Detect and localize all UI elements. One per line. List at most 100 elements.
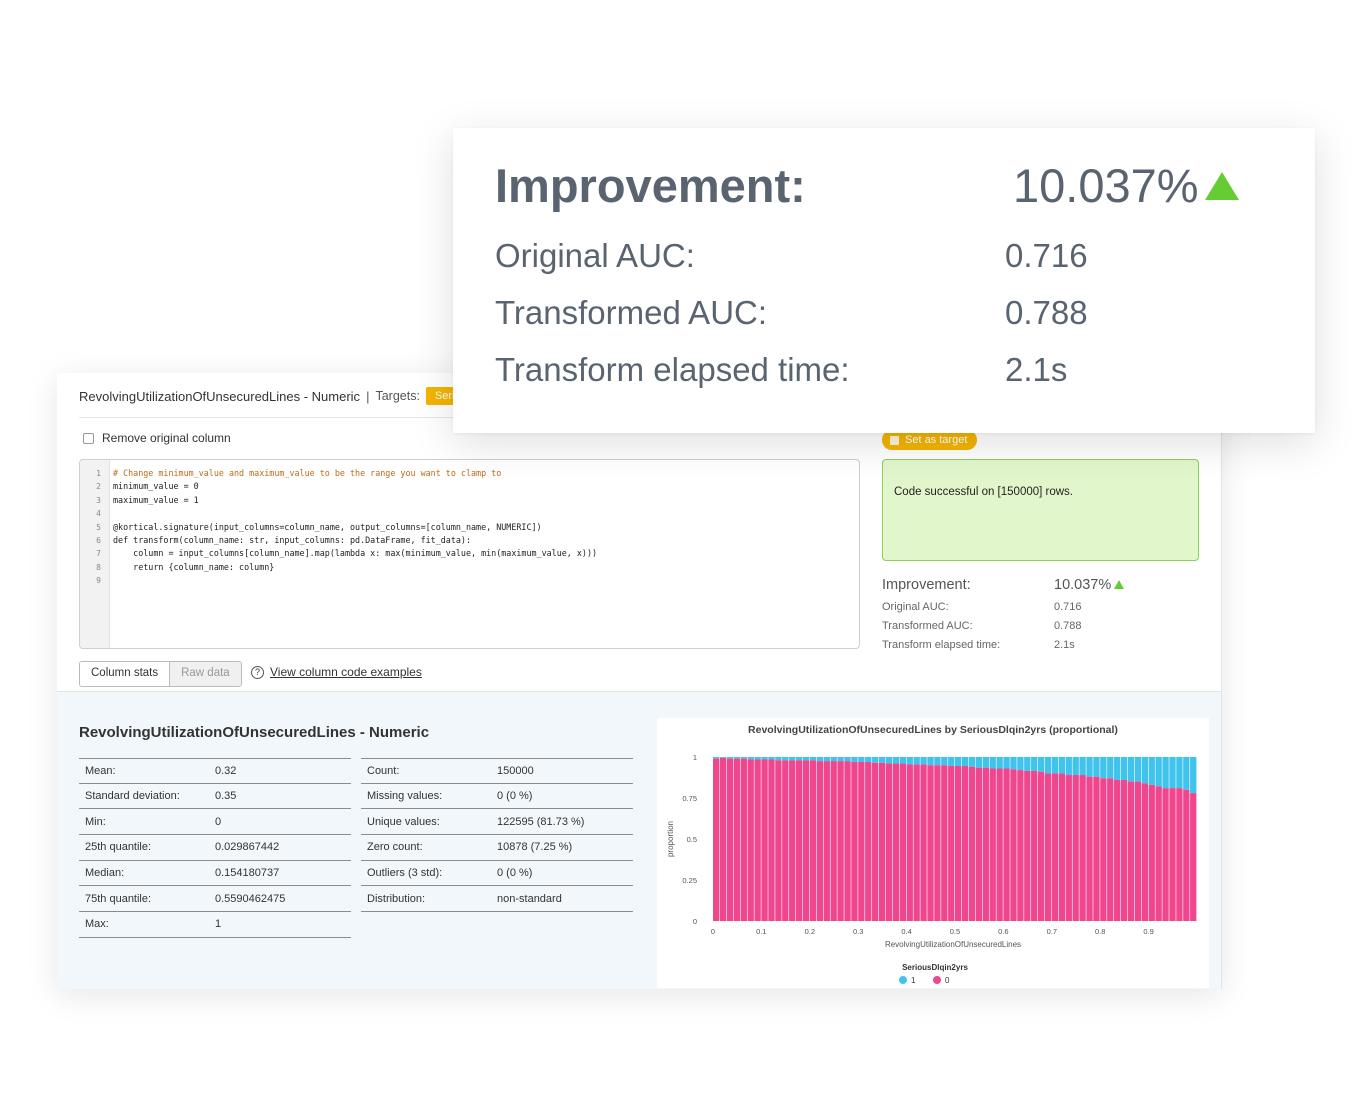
bar-segment-0 [1079,775,1086,921]
view-tabs: Column stats Raw data [79,661,242,687]
y-tick-label: 0.75 [682,794,697,803]
stats-row: 25th quantile: 0.029867442 [79,835,351,861]
tab-raw-data[interactable]: Raw data [170,662,241,686]
improvement-value: 10.037% [1054,576,1112,593]
bar-segment-0 [816,761,824,921]
remove-original-checkbox[interactable] [83,432,94,444]
tab-column-stats[interactable]: Column stats [80,662,171,686]
stats-value: 1 [215,918,222,931]
y-tick-label: 0 [693,917,697,926]
bar-segment-1 [733,757,741,759]
stats-value: 0.32 [215,764,237,777]
bar-segment-0 [1107,778,1114,921]
bar-segment-0 [713,758,720,921]
card-transformed-auc-value: 0.788 [1005,294,1088,331]
bar-segment-0 [927,765,934,921]
bar-segment-1 [802,757,810,761]
card-improvement-row: Improvement: 10.037% [495,158,1239,213]
bar-segment-0 [1141,783,1148,921]
stats-value: non-standard [497,892,562,905]
bar-segment-0 [948,766,955,921]
result-message: Code successful on [150000] rows. [894,486,1073,498]
bar-segment-1 [747,757,754,760]
proportion-chart: RevolvingUtilizationOfUnsecuredLines by … [657,718,1209,988]
bar-segment-1 [1017,757,1024,771]
bar-segment-1 [789,757,796,761]
bar-segment-1 [1127,757,1135,782]
stats-value: 122595 (81.73 %) [497,815,585,828]
bar-segment-0 [1114,779,1121,921]
code-line[interactable]: maximum_value = 1 [113,494,597,507]
y-tick-label: 0.5 [687,835,697,844]
bar-segment-0 [934,765,941,921]
bar-segment-0 [823,761,830,921]
stats-key: Standard deviation: [85,790,180,803]
bar-segment-0 [1072,775,1079,921]
bar-segment-0 [775,760,782,921]
transformed-auc-row: Transformed AUC: 0.788 [882,616,1199,635]
bar-segment-1 [1141,757,1148,784]
header-separator: | [366,388,370,404]
bar-segment-0 [1024,770,1031,921]
bar-segment-0 [996,768,1003,921]
code-line[interactable]: minimum_value = 0 [113,480,597,493]
x-tick-label: 0.5 [950,927,960,936]
bar-segment-0 [1169,788,1176,921]
bar-segment-0 [1017,770,1024,921]
x-tick-label: 0.1 [756,927,766,936]
set-as-target-checkbox[interactable] [890,435,899,445]
bar-segment-0 [920,764,927,921]
bar-segment-1 [1176,757,1183,789]
bar-segment-1 [1010,757,1017,770]
bar-segment-0 [1003,768,1010,921]
view-examples-link[interactable]: View column code examples [270,665,422,679]
bar-segment-1 [761,757,768,760]
x-tick-label: 0.7 [1047,927,1057,936]
bar-segment-0 [740,758,747,921]
bar-segment-0 [989,768,996,921]
bar-segment-1 [1134,757,1142,782]
code-line[interactable]: # Change minimum_value and maximum_value… [113,467,597,480]
up-arrow-icon [1204,171,1239,200]
line-number-gutter: 1 2 3 4 5 6 7 8 9 [80,460,110,648]
bar-segment-1 [844,757,851,762]
stats-key: Unique values: [367,815,440,828]
column-stats-section: RevolvingUtilizationOfUnsecuredLines - N… [57,691,1221,989]
help-icon: ? [251,665,264,679]
stats-key: 75th quantile: [85,892,152,905]
bar-segment-0 [1127,781,1135,921]
stats-row: Count: 150000 [361,758,633,784]
set-as-target-button[interactable]: Set as target [882,430,978,450]
code-content[interactable]: # Change minimum_value and maximum_value… [113,467,597,588]
bar-segment-0 [892,763,900,921]
code-examples[interactable]: ? View column code examples [251,665,422,679]
line-number: 6 [96,535,101,545]
code-line[interactable]: column = input_columns[column_name].map(… [113,547,597,560]
bar-segment-1 [955,757,962,767]
code-editor[interactable]: 1 2 3 4 5 6 7 8 9 # Change minimum_value and max… [79,459,860,649]
remove-original-label: Remove original column [102,431,231,445]
code-line[interactable]: return {column_name: column} [113,561,597,574]
line-number: 3 [96,495,101,505]
bar-segment-0 [941,765,948,921]
code-line[interactable]: def transform(column_name: str, input_co… [113,534,597,547]
bar-segment-0 [754,759,761,921]
bar-segment-0 [975,767,983,921]
code-line[interactable] [113,507,597,520]
stats-key: Outliers (3 std): [367,867,443,880]
bar-segment-1 [775,757,782,761]
code-line[interactable] [113,574,597,587]
code-line[interactable]: @kortical.signature(input_columns=column… [113,521,597,534]
bar-segment-0 [837,761,844,921]
elapsed-time-row: Transform elapsed time: 2.1s [882,635,1199,654]
card-original-auc-value: 0.716 [1005,237,1088,274]
bar-segment-1 [837,757,844,762]
bar-segment-1 [754,757,761,760]
stats-key: Distribution: [367,892,426,905]
bar-segment-1 [899,757,906,764]
bar-segment-0 [878,762,886,921]
remove-original-option[interactable]: Remove original column [83,431,231,445]
chart-title: RevolvingUtilizationOfUnsecuredLines by … [748,724,1118,736]
x-tick-label: 0.9 [1143,927,1153,936]
stats-row: Missing values: 0 (0 %) [361,784,633,810]
